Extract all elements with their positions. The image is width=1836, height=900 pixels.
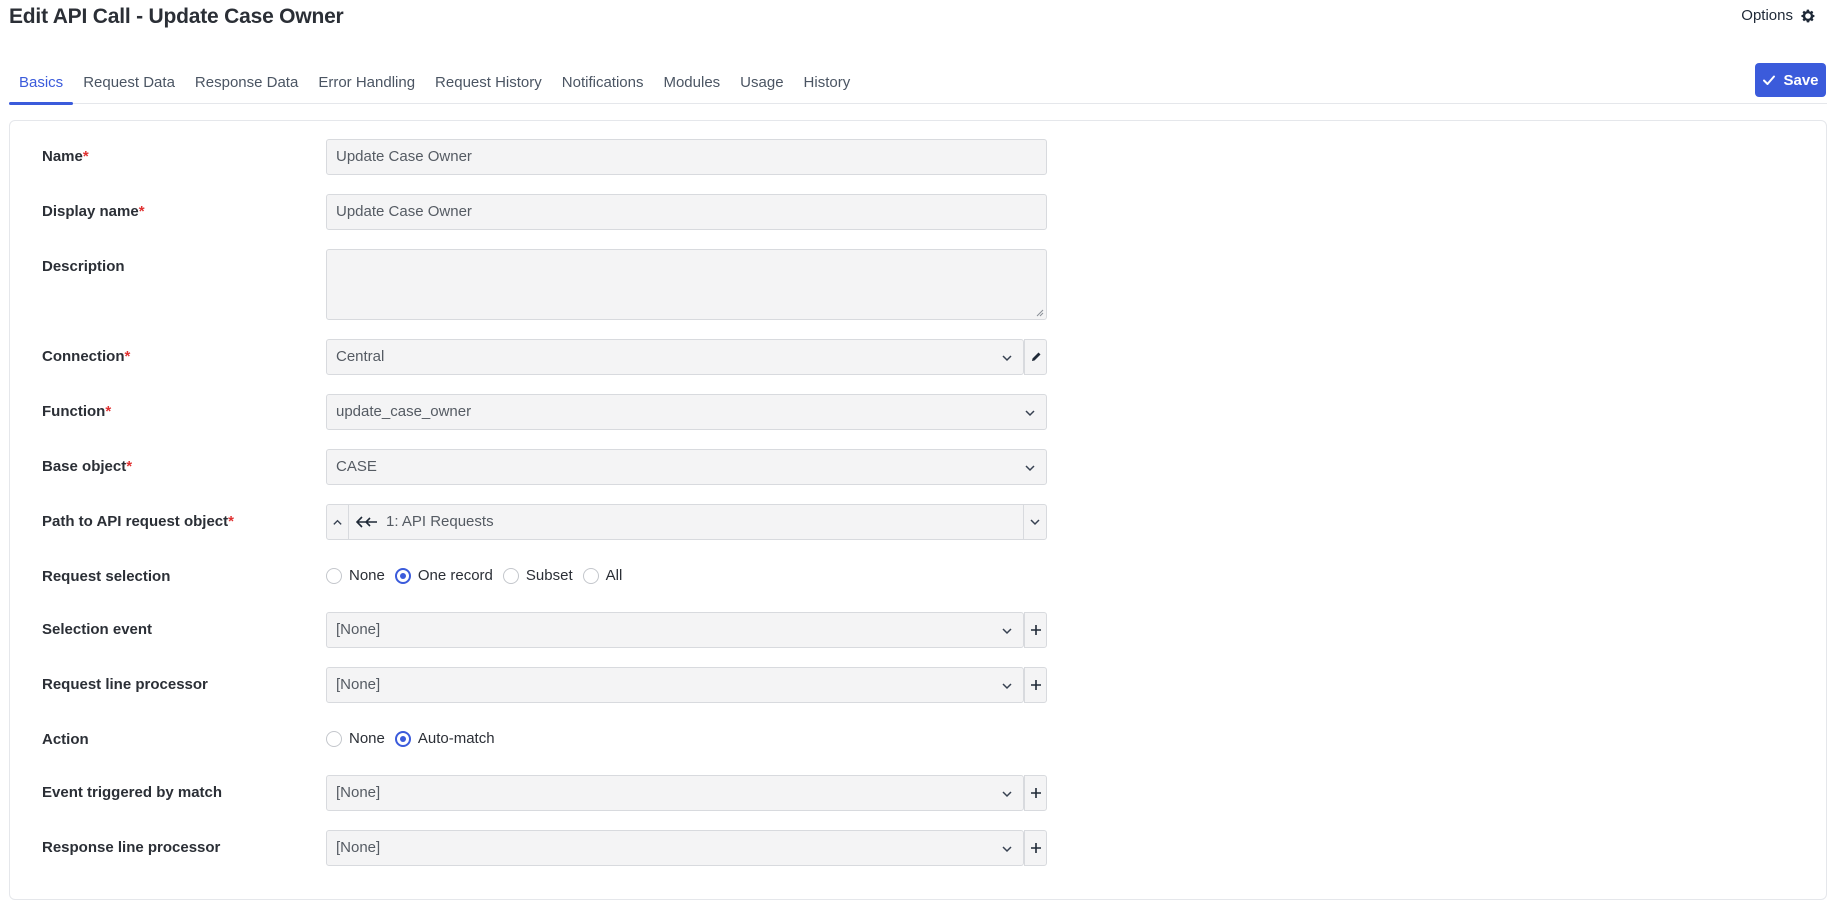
- radio-option-auto-match[interactable]: Auto-match: [394, 730, 495, 747]
- radio-option-one-record[interactable]: One record: [394, 567, 493, 584]
- basics-form: Name* Update Case Owner Display name* Up…: [9, 120, 1827, 900]
- connection-value: Central: [336, 348, 385, 365]
- path-dropdown-button[interactable]: [1023, 505, 1046, 539]
- add-response-line-processor-button[interactable]: [1024, 830, 1047, 866]
- gear-icon: [1801, 9, 1815, 22]
- radio-option-none[interactable]: None: [326, 730, 385, 747]
- base-object-label: Base object*: [42, 458, 133, 475]
- tab-basics[interactable]: Basics: [9, 62, 74, 105]
- chevron-down-icon: [1002, 846, 1012, 853]
- radio-button[interactable]: [326, 567, 342, 584]
- display-name-label: Display name*: [42, 203, 145, 220]
- add-request-line-processor-button[interactable]: [1024, 667, 1047, 703]
- selection-event-value: [None]: [336, 621, 381, 638]
- edit-connection-button[interactable]: [1024, 339, 1047, 375]
- tab-history[interactable]: History: [794, 62, 861, 104]
- chevron-down-icon: [1030, 519, 1040, 526]
- connection-label: Connection*: [42, 348, 131, 365]
- path-select[interactable]: 1: API Requests: [326, 504, 1047, 540]
- description-label: Description: [42, 258, 125, 275]
- plus-icon: [1030, 843, 1041, 853]
- chevron-down-icon: [1002, 683, 1012, 690]
- event-triggered-select[interactable]: [None]: [326, 775, 1024, 811]
- event-triggered-label: Event triggered by match: [42, 784, 223, 801]
- add-selection-event-button[interactable]: [1024, 612, 1047, 648]
- chevron-down-icon: [1002, 355, 1012, 362]
- chevron-up-icon: [333, 519, 342, 525]
- request-line-processor-value: [None]: [336, 676, 381, 693]
- add-event-triggered-button[interactable]: [1024, 775, 1047, 811]
- pencil-icon: [1031, 352, 1040, 361]
- function-value: update_case_owner: [336, 403, 472, 420]
- tab-request-history[interactable]: Request History: [425, 62, 552, 104]
- options-label: Options: [1741, 7, 1793, 24]
- radio-option-subset[interactable]: Subset: [502, 567, 573, 584]
- request-line-processor-label: Request line processor: [42, 676, 208, 693]
- request-line-processor-select[interactable]: [None]: [326, 667, 1024, 703]
- relation-arrow-icon: [356, 516, 377, 528]
- chevron-down-icon: [1002, 628, 1012, 635]
- radio-button[interactable]: [502, 567, 519, 584]
- name-input[interactable]: Update Case Owner: [326, 139, 1047, 175]
- name-label: Name*: [42, 148, 89, 165]
- tab-usage[interactable]: Usage: [730, 62, 793, 104]
- path-up-button[interactable]: [327, 505, 349, 539]
- selection-event-select[interactable]: [None]: [326, 612, 1024, 648]
- plus-icon: [1030, 788, 1041, 798]
- plus-icon: [1030, 680, 1041, 690]
- connection-select[interactable]: Central: [326, 339, 1024, 375]
- chevron-down-icon: [1002, 791, 1012, 798]
- description-textarea[interactable]: [326, 249, 1047, 320]
- radio-option-all[interactable]: All: [582, 567, 622, 584]
- display-name-input[interactable]: Update Case Owner: [326, 194, 1047, 230]
- event-triggered-value: [None]: [336, 784, 381, 801]
- radio-button[interactable]: [326, 730, 342, 747]
- path-value: 1: API Requests: [386, 513, 494, 530]
- save-label: Save: [1783, 71, 1819, 89]
- request-selection-radio-group: None One record Subset All: [326, 567, 632, 584]
- tab-response-data[interactable]: Response Data: [185, 62, 308, 104]
- radio-button-checked[interactable]: [394, 730, 411, 747]
- function-label: Function*: [42, 403, 112, 420]
- function-select[interactable]: update_case_owner: [326, 394, 1047, 430]
- chevron-down-icon: [1025, 465, 1035, 472]
- resize-handle-icon[interactable]: [1036, 309, 1044, 317]
- base-object-select[interactable]: CASE: [326, 449, 1047, 485]
- chevron-down-icon: [1025, 410, 1035, 417]
- check-icon: [1763, 75, 1776, 85]
- response-line-processor-select[interactable]: [None]: [326, 830, 1024, 866]
- action-label: Action: [42, 731, 89, 748]
- tab-modules[interactable]: Modules: [653, 62, 730, 104]
- page-title: Edit API Call - Update Case Owner: [9, 5, 344, 28]
- options-button[interactable]: Options: [1741, 7, 1816, 24]
- base-object-value: CASE: [336, 458, 377, 475]
- tab-notifications[interactable]: Notifications: [552, 62, 654, 104]
- path-label: Path to API request object*: [42, 513, 234, 530]
- response-line-processor-label: Response line processor: [42, 839, 221, 856]
- save-button[interactable]: Save: [1755, 63, 1826, 97]
- tab-error-handling[interactable]: Error Handling: [308, 62, 425, 104]
- tab-bar: Basics Request Data Response Data Error …: [9, 62, 1827, 105]
- request-selection-label: Request selection: [42, 568, 171, 585]
- tab-request-data[interactable]: Request Data: [73, 62, 185, 104]
- radio-button[interactable]: [582, 567, 599, 584]
- response-line-processor-value: [None]: [336, 839, 381, 856]
- radio-option-none[interactable]: None: [326, 567, 385, 584]
- plus-icon: [1030, 625, 1041, 635]
- radio-button-checked[interactable]: [394, 567, 411, 584]
- action-radio-group: None Auto-match: [326, 730, 505, 747]
- selection-event-label: Selection event: [42, 621, 153, 638]
